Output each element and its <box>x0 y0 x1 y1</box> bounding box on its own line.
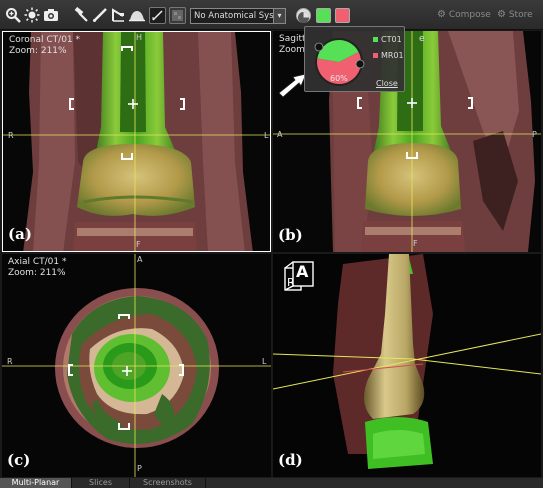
camera-icon[interactable] <box>42 6 60 24</box>
panel-label-c: (c) <box>7 451 31 469</box>
blend-popup: 60% CT01 MR01 Close <box>304 26 405 92</box>
mr-swatch <box>372 52 379 59</box>
ruler-icon[interactable] <box>91 6 109 24</box>
panel-label-a: (a) <box>8 225 32 243</box>
svg-text:R: R <box>287 276 295 289</box>
zoom-icon[interactable] <box>4 6 22 24</box>
orient-left-b: A <box>277 130 283 139</box>
view-tabbar: Multi-Planar Slices Screenshots <box>0 478 543 488</box>
close-link[interactable]: Close <box>376 79 398 88</box>
blend-dial[interactable]: 60% <box>309 31 369 91</box>
main-toolbar: No Anatomical System ▾ ⚙ Compose ⚙ Store <box>0 0 543 30</box>
chevron-down-icon: ▾ <box>273 9 285 23</box>
sagittal-title-block: Sagitt e Zoom <box>279 34 425 56</box>
coronal-title: Coronal CT/01 * <box>9 35 81 45</box>
orient-top-a: H <box>136 33 143 42</box>
legend-ct: CT01 <box>372 35 402 44</box>
orient-top-c: A <box>137 255 143 264</box>
orient-bottom-c: P <box>137 464 142 473</box>
axial-title: Axial CT/01 * <box>8 257 67 267</box>
orient-bottom-b: F <box>413 239 418 248</box>
sagittal-zoom: Zoom <box>279 45 305 55</box>
legend-mr: MR01 <box>372 51 404 60</box>
brightness-icon[interactable] <box>23 6 41 24</box>
orient-right-a: L <box>264 131 269 140</box>
compose-button[interactable]: ⚙ Compose <box>437 9 491 20</box>
panel-label-d: (d) <box>278 451 303 469</box>
orient-left-a: R <box>8 131 14 140</box>
panel-label-b: (b) <box>278 226 303 244</box>
axial-image <box>2 254 271 477</box>
blend-toggle-button[interactable] <box>296 8 311 23</box>
volume-render-image: R <box>273 254 541 477</box>
tab-slices[interactable]: Slices <box>72 478 130 488</box>
volume-render-viewport[interactable]: R A (d) <box>273 254 541 477</box>
axial-title-block: Axial CT/01 * Zoom: 211% <box>8 257 67 279</box>
legend-ct-label: CT01 <box>381 35 402 44</box>
compose-label: Compose <box>448 10 491 20</box>
dial-knob-icon <box>355 59 365 69</box>
blend-percent: 60% <box>330 74 348 83</box>
cube-face-label: A <box>296 262 309 281</box>
angle-icon[interactable] <box>110 6 128 24</box>
orient-right-b: P <box>532 130 537 139</box>
volume-icon[interactable] <box>128 6 146 24</box>
orient-bottom-a: F <box>136 240 141 249</box>
store-label: Store <box>508 10 533 20</box>
tab-screenshots[interactable]: Screenshots <box>130 478 206 488</box>
coronal-zoom: Zoom: 211% <box>9 46 67 56</box>
red-color-swatch[interactable] <box>335 8 350 23</box>
texture-icon[interactable] <box>169 7 186 24</box>
coronal-title-block: Coronal CT/01 * Zoom: 211% <box>9 35 80 57</box>
anatomical-system-select[interactable]: No Anatomical System ▾ <box>190 8 286 24</box>
orient-left-c: R <box>7 357 13 366</box>
compose-icon: ⚙ <box>437 9 446 20</box>
dial-knob-icon <box>314 42 324 52</box>
orient-right-c: L <box>262 357 267 366</box>
measure-icon[interactable] <box>149 7 166 24</box>
axial-viewport[interactable]: Axial CT/01 * Zoom: 211% A R L P (c) <box>2 254 271 477</box>
store-button[interactable]: ⚙ Store <box>497 9 533 20</box>
green-color-swatch[interactable] <box>316 8 331 23</box>
store-icon: ⚙ <box>497 9 506 20</box>
axial-zoom: Zoom: 211% <box>8 268 66 278</box>
sagittal-title-tail: e <box>419 34 425 44</box>
legend-mr-label: MR01 <box>381 51 404 60</box>
sagittal-title: Sagitt <box>279 34 306 44</box>
coronal-image <box>3 32 270 251</box>
hammer-icon[interactable] <box>72 6 90 24</box>
coronal-viewport[interactable]: Coronal CT/01 * Zoom: 211% H R L F (a) <box>2 31 271 252</box>
tab-multi-planar[interactable]: Multi-Planar <box>0 478 72 488</box>
ct-swatch <box>372 36 379 43</box>
